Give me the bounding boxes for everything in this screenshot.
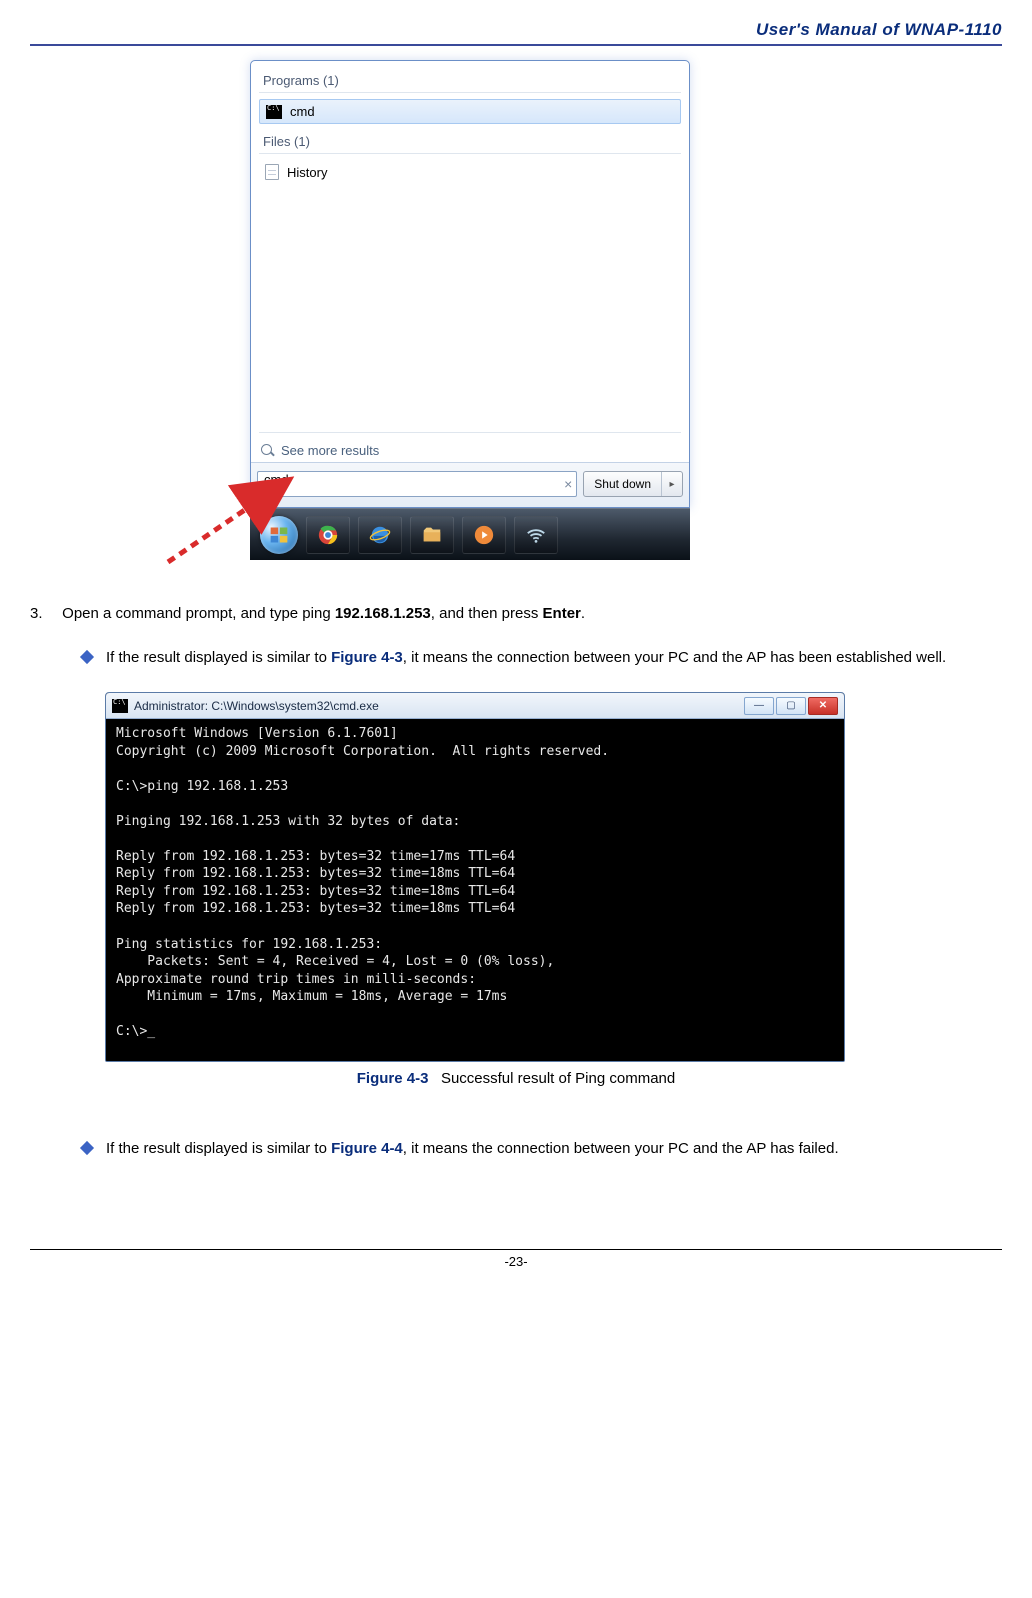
search-input[interactable]: cmd ×	[257, 471, 577, 497]
taskbar-app-media[interactable]	[462, 516, 506, 554]
program-item-cmd[interactable]: cmd	[259, 99, 681, 124]
taskbar	[250, 508, 690, 560]
bullet-1: If the result displayed is similar to Fi…	[82, 644, 1002, 673]
cmd-output: Microsoft Windows [Version 6.1.7601] Cop…	[106, 719, 844, 1061]
cmd-icon	[112, 699, 128, 713]
file-item-label: History	[287, 165, 327, 180]
page-header-title: User's Manual of WNAP-1110	[30, 20, 1002, 44]
windows-logo-icon	[269, 525, 289, 545]
divider	[259, 153, 681, 154]
header-divider	[30, 44, 1002, 46]
search-value: cmd	[264, 472, 289, 487]
text: Open a command prompt, and type ping	[62, 605, 335, 622]
taskbar-app-wifi[interactable]	[514, 516, 558, 554]
search-icon	[261, 444, 275, 458]
figure-number: Figure 4-3	[357, 1070, 429, 1087]
text: , and then press	[431, 605, 543, 622]
window-controls: — ▢ ✕	[744, 697, 838, 715]
figure-ref: Figure 4-4	[331, 1140, 403, 1157]
divider	[259, 92, 681, 93]
document-icon	[265, 164, 279, 180]
see-more-label: See more results	[281, 443, 379, 458]
folder-icon	[421, 524, 443, 546]
start-button[interactable]	[260, 516, 298, 554]
figure-title: Successful result of Ping command	[441, 1070, 675, 1087]
divider	[259, 432, 681, 433]
file-item-history[interactable]: History	[259, 160, 681, 184]
cmd-title: Administrator: C:\Windows\system32\cmd.e…	[134, 699, 744, 713]
figure-4-3-caption: Figure 4-3 Successful result of Ping com…	[30, 1070, 1002, 1087]
media-player-icon	[473, 524, 495, 546]
bullet-2: If the result displayed is similar to Fi…	[82, 1135, 1002, 1164]
diamond-bullet-icon	[80, 1141, 94, 1155]
program-item-label: cmd	[290, 104, 315, 119]
shut-down-button[interactable]: Shut down ▸	[583, 471, 683, 497]
start-menu-bottom-row: cmd × Shut down ▸	[251, 462, 689, 507]
text: If the result displayed is similar to	[106, 1140, 331, 1157]
diamond-bullet-icon	[80, 649, 94, 663]
wifi-icon	[525, 524, 547, 546]
text: .	[581, 605, 585, 622]
text: If the result displayed is similar to	[106, 649, 331, 666]
bullet-1-text: If the result displayed is similar to Fi…	[106, 644, 946, 673]
page-number: -23-	[30, 1254, 1002, 1269]
bullet-2-text: If the result displayed is similar to Fi…	[106, 1135, 839, 1164]
cmd-window: Administrator: C:\Windows\system32\cmd.e…	[105, 692, 845, 1062]
start-menu-panel: Programs (1) cmd Files (1) History See m…	[250, 60, 690, 508]
minimize-button[interactable]: —	[744, 697, 774, 715]
figure-4-2: Programs (1) cmd Files (1) History See m…	[30, 60, 1002, 530]
ie-icon	[369, 524, 391, 546]
files-group-label: Files (1)	[263, 134, 681, 149]
taskbar-app-ie[interactable]	[358, 516, 402, 554]
cmd-titlebar: Administrator: C:\Windows\system32\cmd.e…	[106, 693, 844, 719]
see-more-results[interactable]: See more results	[259, 439, 681, 462]
ip-address: 192.168.1.253	[335, 605, 431, 622]
chevron-right-icon[interactable]: ▸	[662, 479, 682, 490]
footer-divider	[30, 1249, 1002, 1250]
step-number: 3.	[30, 603, 58, 626]
taskbar-app-explorer[interactable]	[410, 516, 454, 554]
figure-4-3: Administrator: C:\Windows\system32\cmd.e…	[105, 692, 845, 1062]
cmd-icon	[266, 105, 282, 119]
taskbar-app-chrome[interactable]	[306, 516, 350, 554]
shut-down-label: Shut down	[584, 472, 662, 496]
programs-group-label: Programs (1)	[263, 73, 681, 88]
clear-icon[interactable]: ×	[564, 476, 572, 492]
text: , it means the connection between your P…	[403, 1140, 839, 1157]
maximize-button[interactable]: ▢	[776, 697, 806, 715]
step-3-text: 3. Open a command prompt, and type ping …	[30, 603, 1002, 626]
chrome-icon	[317, 524, 339, 546]
text: , it means the connection between your P…	[403, 649, 946, 666]
figure-ref: Figure 4-3	[331, 649, 403, 666]
close-button[interactable]: ✕	[808, 697, 838, 715]
enter-key: Enter	[543, 605, 581, 622]
